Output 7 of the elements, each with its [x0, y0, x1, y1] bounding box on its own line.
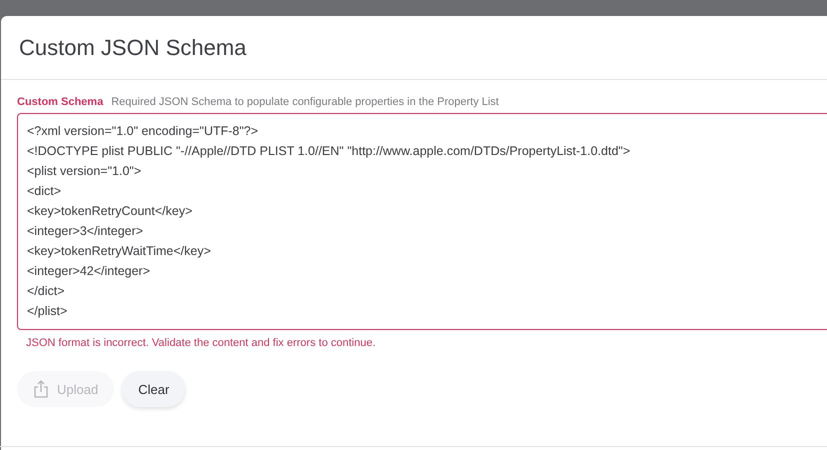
- clear-button[interactable]: Clear: [122, 371, 186, 407]
- error-message: JSON format is incorrect. Validate the content and fix errors to continue.: [26, 337, 377, 349]
- field-hint: Required JSON Schema to populate configurable properties in the Property List: [111, 96, 499, 108]
- schema-editor[interactable]: <?xml version="1.0" encoding="UTF-8"?> <!DOCTYPE plist PUBLIC "-//Apple//DTD PLIST 1.0//EN" "http://www.apple.com/DTDs/PropertyList-1.0.dtd"> <plist version="1.0"> <dict> <key>tokenRetryCount</key> <integer>3</integer> <key>tokenRetryWaitTime</key> <integer>42</integer> </dict> </plist>: [17, 113, 827, 330]
- field-label: Custom Schema: [17, 96, 104, 108]
- dialog-title: Custom JSON Schema: [19, 34, 246, 60]
- share-icon: [33, 380, 49, 398]
